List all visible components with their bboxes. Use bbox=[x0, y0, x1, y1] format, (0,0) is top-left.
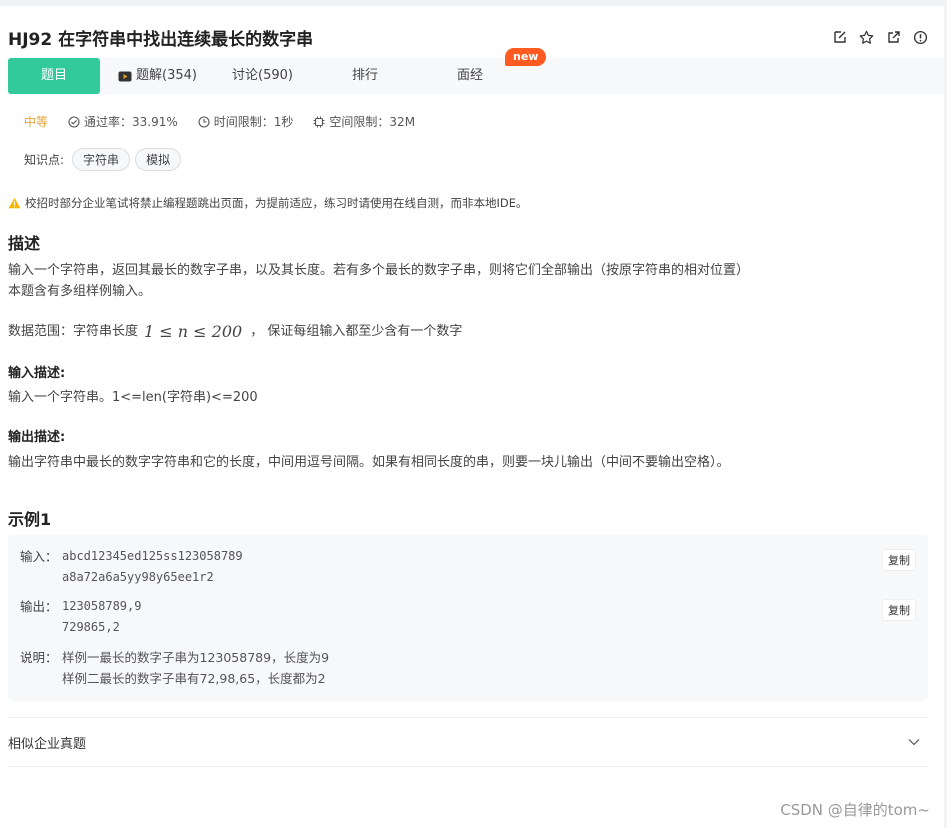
example-explain-line: 样例二最长的数字子串有72,98,65，长度都为2 bbox=[62, 671, 326, 686]
description-heading: 描述 bbox=[8, 234, 41, 253]
problem-page: HJ92 在字符串中找出连续最长的数字串 题目 题解(354) 讨论(590) … bbox=[0, 6, 944, 828]
example-output-value: 123058789,9 729865,2 bbox=[62, 596, 141, 638]
watermark: CSDN @自律的tom~ bbox=[780, 801, 930, 819]
data-range-suffix: ， 保证每组输入都至少含有一个数字 bbox=[250, 324, 463, 339]
pass-rate: 通过率：33.91% bbox=[68, 113, 178, 130]
chip-icon bbox=[313, 116, 325, 127]
example-output-line: 123058789,9 bbox=[62, 599, 142, 613]
space-limit-text: 空间限制：32M bbox=[329, 115, 416, 129]
description-line-2: 本题含有多组样例输入。 bbox=[8, 284, 152, 299]
edit-icon[interactable] bbox=[832, 30, 847, 45]
pass-rate-text: 通过率：33.91% bbox=[84, 115, 178, 129]
example-input-line: a8a72a6a5yy98y65ee1r2 bbox=[62, 570, 214, 584]
clock-icon bbox=[198, 115, 210, 128]
tab-discussion[interactable]: 讨论(590) bbox=[232, 58, 293, 94]
example-output-line: 729865,2 bbox=[62, 620, 120, 634]
data-range-prefix: 数据范围：字符串长度 bbox=[8, 324, 139, 339]
example-output-row: 输出： 123058789,9 729865,2 bbox=[20, 596, 141, 638]
difficulty-badge: 中等 bbox=[24, 115, 49, 129]
problem-meta: 中等 通过率：33.91% 时间限制：1秒 空间限制：32M bbox=[24, 113, 435, 130]
data-range: 数据范围：字符串长度 1 ≤ n ≤ 200 ， 保证每组输入都至少含有一个数字 bbox=[8, 321, 462, 342]
exam-notice: 校招时部分企业笔试将禁止编程题跳出页面，为提前适应，练习时请使用在线自测，而非本… bbox=[8, 195, 528, 211]
description-line-1: 输入一个字符串，返回其最长的数字子串，以及其长度。若有多个最长的数字子串，则将它… bbox=[8, 263, 750, 278]
example-input-line: abcd12345ed125ss123058789 bbox=[62, 549, 243, 563]
knowledge-tags: 知识点: 字符串 模拟 bbox=[24, 148, 182, 171]
star-icon[interactable] bbox=[859, 30, 874, 45]
example-input-value: abcd12345ed125ss123058789 a8a72a6a5yy98y… bbox=[62, 546, 243, 588]
new-badge: new bbox=[505, 48, 547, 66]
page-title: HJ92 在字符串中找出连续最长的数字串 bbox=[8, 29, 314, 50]
input-desc-text: 输入一个字符串。1<=len(字符串)<=200 bbox=[8, 390, 258, 405]
video-icon bbox=[118, 71, 132, 81]
example-box: 输入： abcd12345ed125ss123058789 a8a72a6a5y… bbox=[8, 535, 928, 701]
chevron-down-icon bbox=[908, 739, 920, 746]
tab-solutions[interactable]: 题解(354) bbox=[118, 58, 197, 94]
example-input-label: 输入： bbox=[20, 549, 58, 564]
space-limit: 空间限制：32M bbox=[313, 113, 415, 130]
example-explain-row: 说明： 样例一最长的数字子串为123058789，长度为9 样例二最长的数字子串… bbox=[20, 647, 329, 689]
example-heading: 示例1 bbox=[8, 510, 52, 529]
output-desc-heading: 输出描述: bbox=[8, 430, 66, 445]
example-explain-value: 样例一最长的数字子串为123058789，长度为9 样例二最长的数字子串有72,… bbox=[62, 647, 329, 689]
time-limit: 时间限制：1秒 bbox=[198, 113, 294, 130]
title-actions bbox=[832, 30, 928, 45]
copy-input-button[interactable]: 复制 bbox=[882, 549, 916, 571]
warning-icon bbox=[8, 197, 21, 209]
tag-string[interactable]: 字符串 bbox=[72, 148, 131, 171]
problem-tabs: 题目 题解(354) 讨论(590) 排行 面经 new bbox=[8, 48, 944, 94]
tab-problem[interactable]: 题目 bbox=[8, 58, 100, 94]
time-limit-text: 时间限制：1秒 bbox=[213, 115, 294, 129]
similar-questions-toggle[interactable]: 相似企业真题 bbox=[8, 717, 928, 767]
knowledge-label: 知识点: bbox=[24, 153, 65, 167]
example-input-row: 输入： abcd12345ed125ss123058789 a8a72a6a5y… bbox=[20, 546, 243, 588]
tag-simulation[interactable]: 模拟 bbox=[135, 148, 182, 171]
title-row: HJ92 在字符串中找出连续最长的数字串 bbox=[8, 24, 928, 50]
example-explain-line: 样例一最长的数字子串为123058789，长度为9 bbox=[62, 650, 330, 665]
notice-text: 校招时部分企业笔试将禁止编程题跳出页面，为提前适应，练习时请使用在线自测，而非本… bbox=[25, 196, 528, 210]
tab-solutions-label: 题解(354) bbox=[136, 68, 197, 83]
example-explain-label: 说明： bbox=[20, 650, 58, 665]
similar-questions-label: 相似企业真题 bbox=[8, 736, 87, 752]
example-output-label: 输出： bbox=[20, 599, 58, 614]
output-desc-text: 输出字符串中最长的数字字符串和它的长度，中间用逗号间隔。如果有相同长度的串，则要… bbox=[8, 455, 730, 470]
data-range-math: 1 ≤ n ≤ 200 bbox=[144, 322, 243, 341]
input-desc-heading: 输入描述: bbox=[8, 366, 66, 381]
copy-output-button[interactable]: 复制 bbox=[882, 599, 916, 621]
external-link-icon[interactable] bbox=[886, 30, 901, 45]
tab-interview[interactable]: 面经 bbox=[457, 58, 483, 94]
tab-ranking[interactable]: 排行 bbox=[352, 58, 378, 94]
check-circle-icon bbox=[68, 115, 80, 128]
info-icon[interactable] bbox=[913, 30, 928, 45]
